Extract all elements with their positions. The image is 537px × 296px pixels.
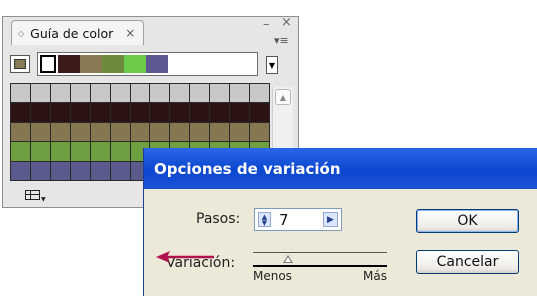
variation-swatch[interactable] [70,84,90,103]
base-color-swatch[interactable] [10,55,30,73]
variation-swatch[interactable] [230,84,250,103]
variation-swatch[interactable] [90,103,110,122]
panel-menu-icon[interactable]: ▾≡ [274,34,289,47]
ok-button[interactable]: OK [416,209,519,233]
variation-swatch[interactable] [30,161,50,180]
variation-swatch[interactable] [250,84,269,103]
tab-grip-icon: ◇ [18,28,25,38]
variation-swatch[interactable] [11,161,30,180]
steps-label: Pasos: [196,211,241,227]
harmony-swatch[interactable] [146,55,168,73]
variation-swatch[interactable] [190,84,210,103]
slider-max-label: Más [363,269,387,283]
variation-swatch[interactable] [90,142,110,161]
harmony-row: ▼ [10,51,278,77]
variation-swatch[interactable] [70,161,90,180]
variation-swatch[interactable] [110,161,130,180]
variation-swatch[interactable] [50,142,70,161]
harmony-swatch[interactable] [80,55,102,73]
variation-swatch[interactable] [30,142,50,161]
close-icon[interactable]: × [281,16,292,29]
variation-swatch[interactable] [11,103,30,122]
harmony-swatch[interactable] [102,55,124,73]
chevron-down-icon: ▼ [268,60,276,70]
variation-options-icon[interactable] [25,190,40,200]
harmony-colors-bar[interactable] [37,52,258,76]
variation-swatch[interactable] [70,142,90,161]
variation-swatch[interactable] [190,122,210,142]
variation-swatch[interactable] [230,103,250,122]
variation-swatch[interactable] [230,122,250,142]
variation-swatch[interactable] [130,103,150,122]
variation-swatch[interactable] [150,103,170,122]
variation-swatch[interactable] [70,103,90,122]
steps-stepper[interactable]: ▲ ▼ 7 ▶ [254,208,342,231]
variation-swatch[interactable] [250,103,269,122]
variation-swatch[interactable] [170,84,190,103]
variation-swatch[interactable] [210,84,230,103]
harmony-swatch[interactable] [124,55,146,73]
variation-swatch[interactable] [150,122,170,142]
variation-swatch[interactable] [110,142,130,161]
variation-swatch[interactable] [90,122,110,142]
slider-rail [253,265,387,267]
tab-color-guide[interactable]: ◇ Guía de color × [11,20,145,45]
steps-value[interactable]: 7 [279,211,289,229]
spin-updown-icon[interactable]: ▲ ▼ [258,212,271,227]
chevron-right-icon[interactable]: ▶ [323,212,338,227]
dialog-title: Opciones de variación [144,148,537,189]
variation-swatch[interactable] [50,122,70,142]
variation-swatch[interactable] [11,84,30,103]
variation-swatch[interactable] [90,161,110,180]
variation-swatch[interactable] [110,122,130,142]
variation-swatch[interactable] [90,84,110,103]
variation-swatch[interactable] [11,122,30,142]
variation-swatch[interactable] [30,122,50,142]
variation-swatch[interactable] [50,161,70,180]
variation-swatch[interactable] [50,84,70,103]
harmony-swatch[interactable] [58,55,80,73]
cancel-button[interactable]: Cancelar [416,250,519,274]
variation-slider[interactable]: Menos Más [253,252,387,292]
scroll-up-button[interactable]: ▲ [275,89,291,105]
slider-thumb[interactable] [283,255,293,263]
chevron-up-icon: ▲ [279,92,287,102]
variation-swatch[interactable] [150,84,170,103]
variation-swatch[interactable] [110,103,130,122]
tab-close-icon[interactable]: × [125,26,135,40]
variation-swatch[interactable] [110,84,130,103]
variation-swatch[interactable] [11,142,30,161]
variation-swatch[interactable] [250,122,269,142]
variation-swatch[interactable] [70,122,90,142]
variation-swatch[interactable] [210,122,230,142]
variation-swatch[interactable] [130,122,150,142]
variation-options-dialog: Opciones de variación Pasos: ▲ ▼ 7 ▶ OK C… [143,148,537,296]
variation-swatch[interactable] [30,103,50,122]
variation-swatch[interactable] [170,103,190,122]
slider-top-line [253,252,387,253]
chevron-down-icon: ▼ [41,196,46,203]
variation-swatch[interactable] [50,103,70,122]
annotation-arrow-icon [156,251,214,263]
variation-swatch[interactable] [30,84,50,103]
minimize-icon[interactable]: – [263,18,270,31]
harmony-rules-dropdown[interactable]: ▼ [266,56,278,74]
tab-label: Guía de color [30,25,114,41]
variation-swatch[interactable] [190,103,210,122]
variation-swatch[interactable] [170,122,190,142]
slider-min-label: Menos [253,269,292,283]
variation-swatch[interactable] [130,84,150,103]
harmony-swatch[interactable] [40,55,56,73]
variation-swatch[interactable] [210,103,230,122]
base-color-fill [14,59,26,69]
